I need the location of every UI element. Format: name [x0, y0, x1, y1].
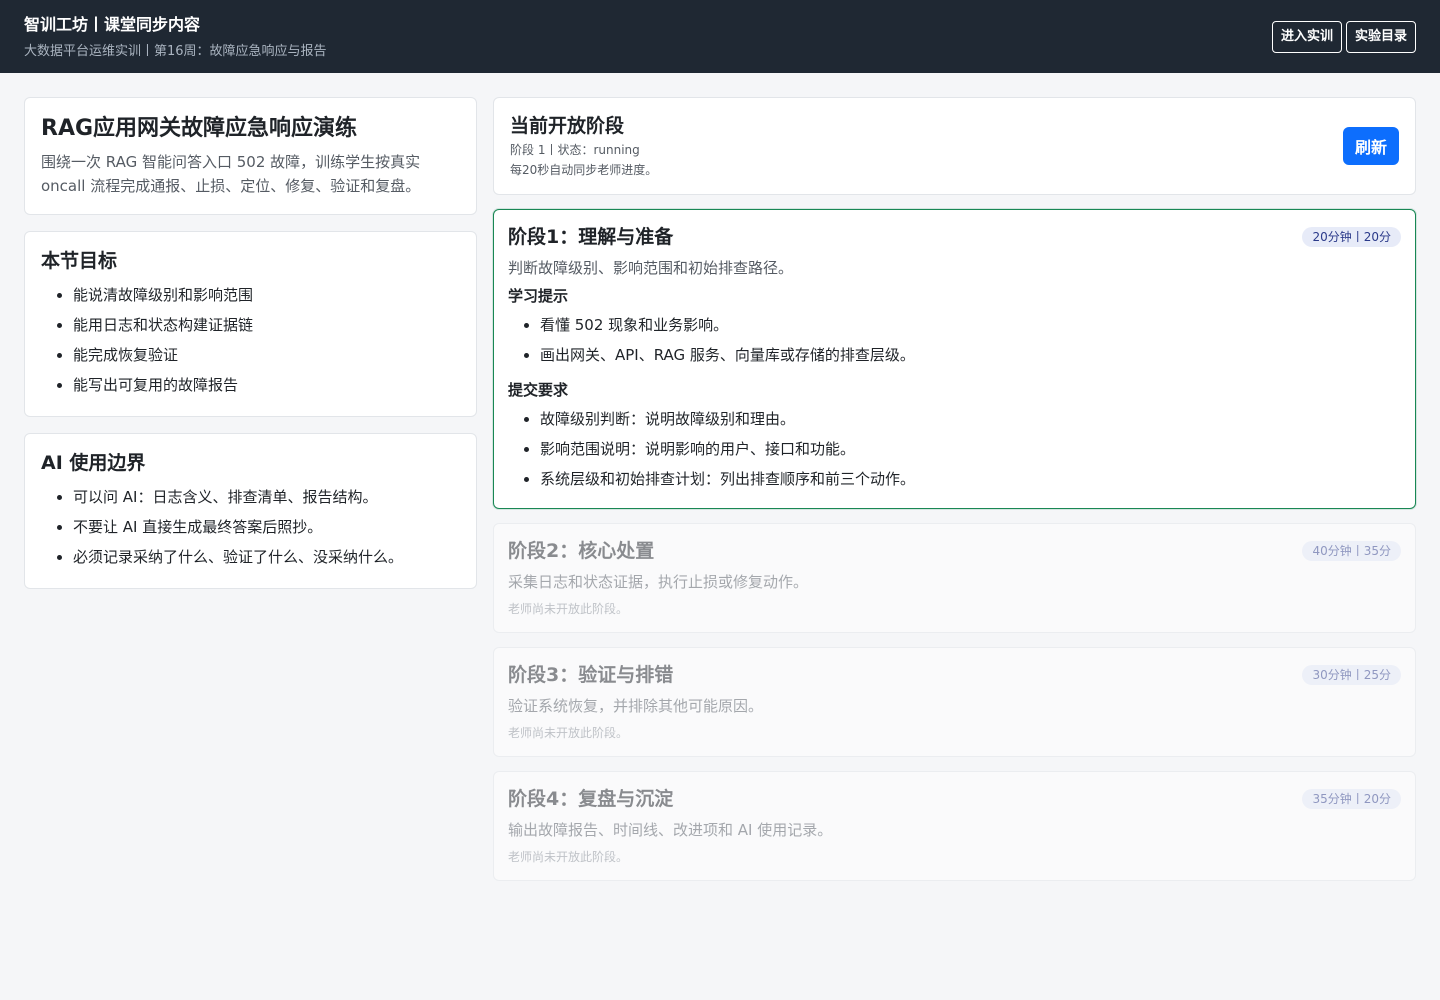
phase-card-2: 阶段2：核心处置 40分钟丨35分 采集日志和状态证据，执行止损或修复动作。 老…: [493, 523, 1416, 633]
locked-note: 老师尚未开放此阶段。: [508, 602, 629, 616]
lesson-description: 围绕一次 RAG 智能问答入口 502 故障，训练学生按真实 oncall 流程…: [41, 153, 421, 195]
current-phase-status: 阶段 1丨状态：running: [510, 143, 640, 157]
phase-header: 阶段2：核心处置 40分钟丨35分: [508, 538, 1401, 564]
tip-item: 看懂 502 现象和业务影响。: [540, 310, 1401, 340]
ai-boundary-list: 可以问 AI：日志含义、排查清单、报告结构。 不要让 AI 直接生成最终答案后照…: [41, 482, 460, 572]
header-actions: 进入实训 实验目录: [1271, 20, 1416, 53]
phase-badge: 30分钟丨25分: [1302, 665, 1401, 685]
objectives-card: 本节目标 能说清故障级别和影响范围 能用日志和状态构建证据链 能完成恢复验证 能…: [24, 231, 477, 417]
tips-list: 看懂 502 现象和业务影响。 画出网关、API、RAG 服务、向量库或存储的排…: [508, 310, 1401, 370]
ai-boundary-item: 可以问 AI：日志含义、排查清单、报告结构。: [73, 482, 460, 512]
phase-description: 判断故障级别、影响范围和初始排查路径。: [508, 259, 794, 277]
requirements-title: 提交要求: [508, 381, 569, 399]
current-phase-card: 当前开放阶段 阶段 1丨状态：running 每20秒自动同步老师进度。 刷新: [493, 97, 1416, 195]
phase-badge: 40分钟丨35分: [1302, 541, 1401, 561]
objectives-list: 能说清故障级别和影响范围 能用日志和状态构建证据链 能完成恢复验证 能写出可复用…: [41, 280, 460, 400]
phase-header: 阶段4：复盘与沉淀 35分钟丨20分: [508, 786, 1401, 812]
header-titles: 智训工坊丨课堂同步内容 大数据平台运维实训丨第16周：故障应急响应与报告: [24, 14, 327, 59]
phase-card-3: 阶段3：验证与排错 30分钟丨25分 验证系统恢复，并排除其他可能原因。 老师尚…: [493, 647, 1416, 757]
phase-card-4: 阶段4：复盘与沉淀 35分钟丨20分 输出故障报告、时间线、改进项和 AI 使用…: [493, 771, 1416, 881]
locked-note: 老师尚未开放此阶段。: [508, 726, 629, 740]
phase-title: 阶段1：理解与准备: [508, 226, 674, 248]
phase-description: 验证系统恢复，并排除其他可能原因。: [508, 697, 764, 715]
ai-boundary-item: 必须记录采纳了什么、验证了什么、没采纳什么。: [73, 542, 460, 572]
phase-title: 阶段2：核心处置: [508, 540, 655, 562]
objective-item: 能写出可复用的故障报告: [73, 370, 460, 400]
phase-badge: 20分钟丨20分: [1302, 227, 1401, 247]
tips-title: 学习提示: [508, 287, 569, 305]
left-column: RAG应用网关故障应急响应演练 围绕一次 RAG 智能问答入口 502 故障，训…: [24, 97, 477, 881]
lesson-title: RAG应用网关故障应急响应演练: [41, 116, 358, 141]
phase-title: 阶段4：复盘与沉淀: [508, 788, 674, 810]
locked-note: 老师尚未开放此阶段。: [508, 850, 629, 864]
phase-header: 阶段3：验证与排错 30分钟丨25分: [508, 662, 1401, 688]
objective-item: 能完成恢复验证: [73, 340, 460, 370]
ai-boundary-title: AI 使用边界: [41, 452, 146, 474]
tip-item: 画出网关、API、RAG 服务、向量库或存储的排查层级。: [540, 340, 1401, 370]
requirement-item: 系统层级和初始排查计划：列出排查顺序和前三个动作。: [540, 464, 1401, 494]
right-column: 当前开放阶段 阶段 1丨状态：running 每20秒自动同步老师进度。 刷新 …: [493, 97, 1416, 881]
sync-note: 每20秒自动同步老师进度。: [510, 163, 658, 177]
top-bar: 智训工坊丨课堂同步内容 大数据平台运维实训丨第16周：故障应急响应与报告 进入实…: [0, 0, 1440, 73]
refresh-button[interactable]: 刷新: [1342, 127, 1399, 165]
objective-item: 能用日志和状态构建证据链: [73, 310, 460, 340]
main-layout: RAG应用网关故障应急响应演练 围绕一次 RAG 智能问答入口 502 故障，训…: [0, 73, 1440, 881]
phase-header: 阶段1：理解与准备 20分钟丨20分: [508, 224, 1401, 250]
phase-description: 采集日志和状态证据，执行止损或修复动作。: [508, 573, 809, 591]
objectives-title: 本节目标: [41, 250, 118, 272]
enter-lab-button[interactable]: 进入实训: [1271, 20, 1342, 53]
ai-boundary-item: 不要让 AI 直接生成最终答案后照抄。: [73, 512, 460, 542]
current-phase-title: 当前开放阶段: [510, 115, 625, 137]
phase-card-1: 阶段1：理解与准备 20分钟丨20分 判断故障级别、影响范围和初始排查路径。 学…: [493, 209, 1416, 509]
phase-title: 阶段3：验证与排错: [508, 664, 674, 686]
intro-card: RAG应用网关故障应急响应演练 围绕一次 RAG 智能问答入口 502 故障，训…: [24, 97, 477, 215]
requirements-list: 故障级别判断：说明故障级别和理由。 影响范围说明：说明影响的用户、接口和功能。 …: [508, 404, 1401, 494]
requirement-item: 影响范围说明：说明影响的用户、接口和功能。: [540, 434, 1401, 464]
requirement-item: 故障级别判断：说明故障级别和理由。: [540, 404, 1401, 434]
brand-title: 智训工坊丨课堂同步内容: [24, 15, 201, 34]
phase-description: 输出故障报告、时间线、改进项和 AI 使用记录。: [508, 821, 833, 839]
phase-badge: 35分钟丨20分: [1302, 789, 1401, 809]
ai-boundary-card: AI 使用边界 可以问 AI：日志含义、排查清单、报告结构。 不要让 AI 直接…: [24, 433, 477, 589]
breadcrumb: 大数据平台运维实训丨第16周：故障应急响应与报告: [24, 44, 327, 59]
current-phase-info: 当前开放阶段 阶段 1丨状态：running 每20秒自动同步老师进度。: [510, 112, 657, 180]
lab-catalog-button[interactable]: 实验目录: [1345, 20, 1416, 53]
objective-item: 能说清故障级别和影响范围: [73, 280, 460, 310]
